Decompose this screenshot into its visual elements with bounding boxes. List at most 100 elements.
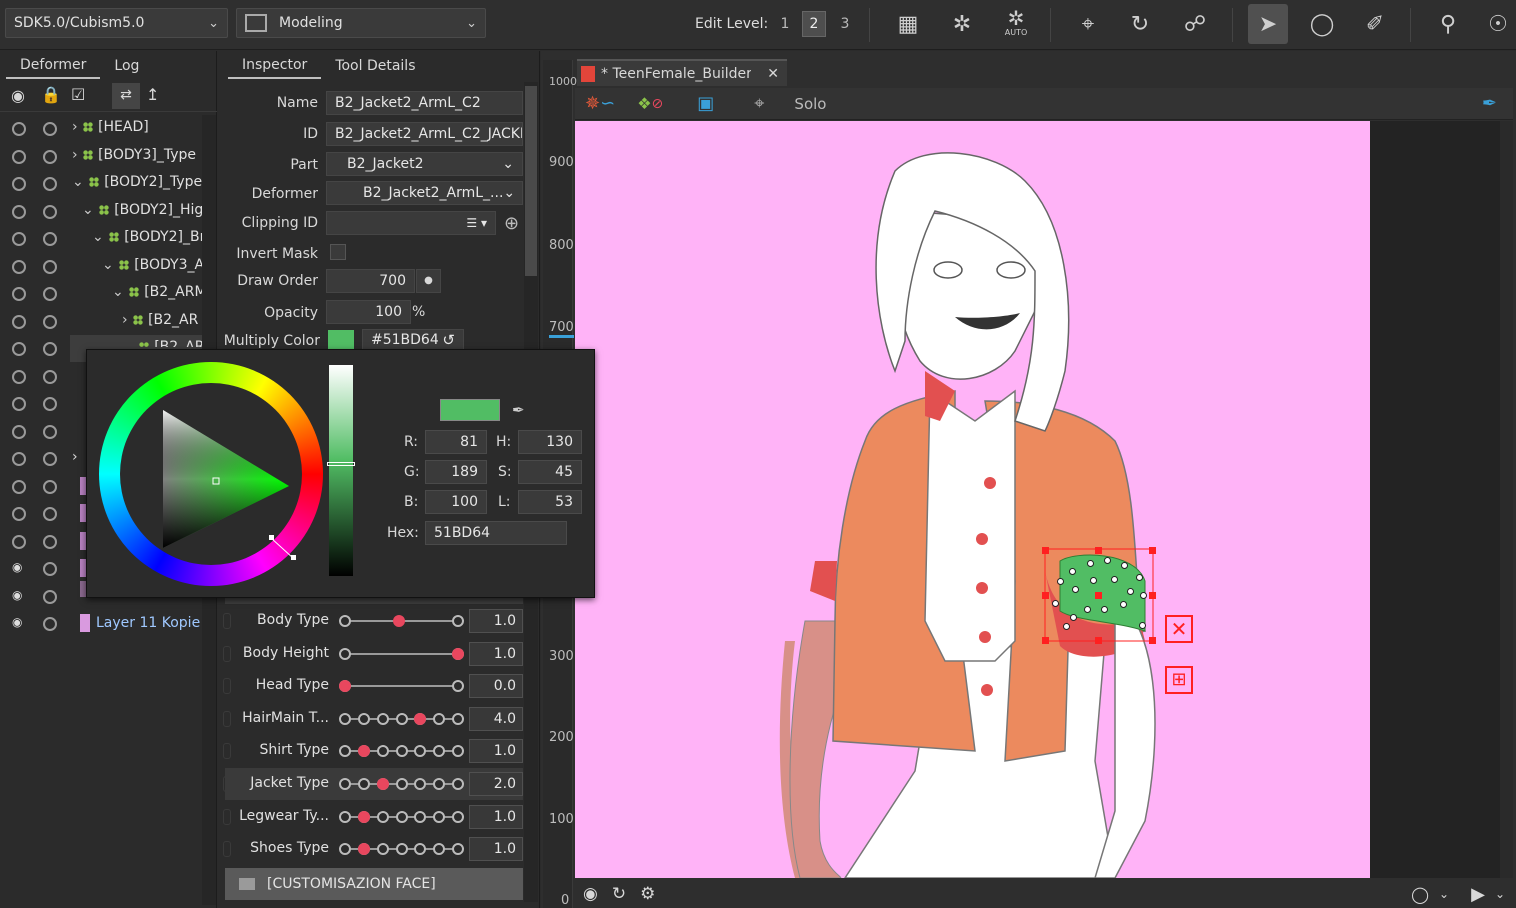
- lock-toggle[interactable]: [43, 259, 57, 274]
- camera-settings-icon[interactable]: ⚙: [640, 884, 655, 904]
- tree-row[interactable]: ⌄ [BODY2]_Type: [0, 170, 215, 197]
- bbox-handle[interactable]: [1095, 637, 1102, 644]
- deformer-select[interactable]: B2_Jacket2_ArmL_... ⌄: [326, 181, 523, 205]
- edit-level-2[interactable]: 2: [802, 11, 826, 37]
- inspector-scroll-thumb[interactable]: [525, 86, 537, 276]
- tree-row[interactable]: › [HEAD]: [0, 115, 215, 142]
- tab-log[interactable]: Log: [100, 53, 153, 79]
- chevron-right-icon[interactable]: ›: [72, 449, 78, 465]
- parameter-key-dot[interactable]: [339, 615, 351, 627]
- tree-item[interactable]: › [HEAD]: [72, 119, 149, 135]
- mesh-vertex[interactable]: [1111, 576, 1118, 583]
- transform-icon[interactable]: ⚲: [1428, 4, 1468, 44]
- parameter-knob[interactable]: [357, 843, 370, 856]
- l-input[interactable]: 53: [518, 490, 582, 514]
- chevron-down-icon[interactable]: ⌄: [102, 257, 118, 273]
- parameter-key-dot[interactable]: [357, 778, 370, 790]
- visibility-toggle[interactable]: [12, 397, 26, 411]
- mesh-vertex[interactable]: [1057, 578, 1064, 585]
- sdk-select[interactable]: SDK5.0/Cubism5.0 ⌄: [5, 8, 228, 38]
- visibility-toggle[interactable]: [12, 177, 26, 191]
- lock-toggle[interactable]: [43, 342, 57, 356]
- parameter-key-dot[interactable]: [376, 810, 389, 823]
- eye-icon[interactable]: ◉: [11, 86, 25, 105]
- fit-icon[interactable]: ▣: [697, 93, 714, 114]
- close-icon[interactable]: ✕: [767, 66, 779, 82]
- lasso-icon[interactable]: ◯: [1302, 4, 1342, 44]
- export-icon[interactable]: ↥: [146, 85, 159, 104]
- lock-toggle[interactable]: [43, 479, 57, 494]
- tab-deformer[interactable]: Deformer: [6, 53, 101, 79]
- lock-toggle[interactable]: [43, 534, 57, 549]
- mesh-vertex[interactable]: [1136, 574, 1143, 581]
- chevron-right-icon[interactable]: ›: [122, 312, 132, 328]
- invert-mask-checkbox[interactable]: [330, 244, 346, 260]
- b-input[interactable]: 100: [425, 490, 487, 514]
- visibility-toggle[interactable]: [12, 232, 26, 246]
- lock-toggle[interactable]: [43, 369, 57, 384]
- lock-toggle[interactable]: [43, 562, 57, 576]
- parameter-knob[interactable]: [357, 810, 370, 823]
- parameter-key-dot[interactable]: [376, 745, 389, 758]
- visibility-toggle[interactable]: [12, 534, 26, 549]
- lock-toggle[interactable]: [43, 149, 57, 164]
- mesh-vertex[interactable]: [1072, 586, 1079, 593]
- chevron-right-icon[interactable]: ›: [72, 119, 82, 135]
- mode-select[interactable]: Modeling ⌄: [236, 8, 486, 38]
- mesh-vertex[interactable]: [1070, 614, 1077, 621]
- tree-item[interactable]: ⌄ [BODY2]_Type: [72, 174, 202, 190]
- parameter-key-dot[interactable]: [452, 615, 464, 627]
- bbox-handle[interactable]: [1149, 547, 1156, 554]
- chevron-down-icon[interactable]: ⌄: [82, 202, 98, 218]
- parameter-key-dot[interactable]: [376, 843, 389, 856]
- camera-icon[interactable]: ◉: [583, 884, 598, 904]
- parameter-knob[interactable]: [452, 647, 464, 660]
- parameter-key-dot[interactable]: [452, 680, 464, 693]
- tree-item[interactable]: › [BODY3]_Type: [72, 147, 196, 163]
- eyedropper-icon[interactable]: ✒: [512, 401, 525, 419]
- mesh-vertex[interactable]: [1069, 568, 1076, 575]
- glue-icon[interactable]: ☍: [1175, 4, 1215, 44]
- crosshair-icon[interactable]: ⊕: [504, 213, 519, 234]
- visibility-toggle[interactable]: [12, 314, 26, 329]
- tree-row[interactable]: ⌄ [BODY2]_Br: [0, 225, 215, 252]
- parameter-key-dot[interactable]: [395, 778, 408, 790]
- chevron-down-icon[interactable]: ⌄: [112, 284, 128, 300]
- mesh-vertex[interactable]: [1084, 606, 1091, 613]
- prohibit-icon[interactable]: ⊘: [652, 96, 664, 112]
- lock-toggle[interactable]: [43, 452, 57, 466]
- parameter-key-dot[interactable]: [339, 843, 351, 856]
- parameter-key-dot[interactable]: [339, 810, 351, 823]
- h-input[interactable]: 130: [518, 430, 582, 454]
- s-input[interactable]: 45: [518, 460, 582, 484]
- viewport-scrollbar[interactable]: [1500, 121, 1513, 878]
- delete-mesh-icon[interactable]: ✕: [1165, 615, 1193, 643]
- lock-toggle[interactable]: [43, 589, 57, 604]
- document-tab[interactable]: * TeenFemale_Builder_\ ✕: [577, 59, 787, 86]
- parameter-key-dot[interactable]: [433, 810, 446, 823]
- pin-tool-icon[interactable]: ☉: [1478, 4, 1516, 44]
- multiply-color-swatch[interactable]: [328, 330, 354, 350]
- bbox-handle[interactable]: [1042, 547, 1049, 554]
- parameter-key-dot[interactable]: [452, 843, 464, 856]
- parameter-key-dot[interactable]: [339, 778, 351, 790]
- visibility-toggle[interactable]: [12, 342, 26, 356]
- curve-icon[interactable]: ∽: [600, 93, 615, 114]
- visibility-toggle[interactable]: [12, 452, 26, 466]
- tree-item[interactable]: ⌄ [BODY2]_Hig: [82, 202, 203, 218]
- edit-level-3[interactable]: 3: [833, 11, 857, 37]
- tab-tool-details[interactable]: Tool Details: [321, 53, 429, 79]
- lock-icon[interactable]: 🔒: [41, 85, 61, 104]
- parameter-key-dot[interactable]: [452, 745, 464, 758]
- chevron-down-icon[interactable]: ⌄: [72, 174, 88, 190]
- mesh-vertex[interactable]: [1127, 588, 1134, 595]
- visibility-toggle[interactable]: [12, 507, 26, 521]
- parameter-key-dot[interactable]: [433, 712, 446, 725]
- mesh-vertex[interactable]: [1052, 600, 1059, 607]
- bbox-handle[interactable]: [1149, 592, 1156, 599]
- visibility-toggle[interactable]: [12, 149, 26, 164]
- chevron-down-icon[interactable]: ⌄: [1439, 887, 1449, 901]
- tree-item[interactable]: ⌄ [BODY3_A: [102, 257, 204, 273]
- playback-dot-icon[interactable]: ◯: [1411, 885, 1429, 904]
- parameter-value-input[interactable]: 1.0: [469, 609, 523, 633]
